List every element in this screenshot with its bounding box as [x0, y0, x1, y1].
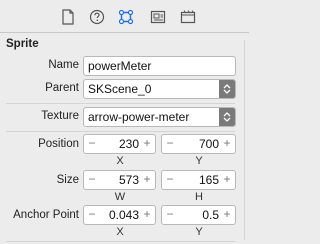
increment-button[interactable]: +: [140, 206, 154, 224]
decrement-button[interactable]: −: [85, 206, 99, 224]
size-w-sublabel: W: [114, 191, 126, 203]
anchor-y-sublabel: Y: [195, 226, 203, 238]
position-y-value[interactable]: 700: [178, 135, 219, 153]
position-x-stepper[interactable]: − 230 +: [83, 134, 156, 154]
position-y-stepper[interactable]: − 700 +: [161, 134, 236, 154]
anchor-x-stepper[interactable]: − 0.043 +: [83, 205, 156, 225]
position-x-value[interactable]: 230: [100, 135, 139, 153]
size-h-stepper[interactable]: − 165 +: [161, 170, 236, 190]
position-label: Position: [38, 138, 79, 150]
increment-button[interactable]: +: [140, 135, 154, 153]
size-h-value[interactable]: 165: [178, 171, 219, 189]
increment-button[interactable]: +: [220, 171, 234, 189]
name-field[interactable]: powerMeter: [83, 56, 236, 76]
anchor-point-label: Anchor Point: [13, 209, 79, 221]
parent-value: SKScene_0: [88, 82, 152, 96]
decrement-button[interactable]: −: [85, 135, 99, 153]
position-y-sublabel: Y: [195, 155, 203, 167]
decrement-button[interactable]: −: [163, 171, 177, 189]
anchor-y-value[interactable]: 0.5: [178, 206, 219, 224]
name-label: Name: [48, 59, 79, 71]
increment-button[interactable]: +: [220, 135, 234, 153]
toolbar-divider: [0, 32, 249, 33]
texture-value: arrow-power-meter: [88, 110, 190, 124]
texture-popup[interactable]: arrow-power-meter: [83, 107, 236, 127]
decrement-button[interactable]: −: [85, 171, 99, 189]
anchor-y-stepper[interactable]: − 0.5 +: [161, 205, 236, 225]
chevron-updown-icon: [219, 108, 235, 126]
anchor-x-sublabel: X: [116, 226, 124, 238]
quick-help-icon[interactable]: [89, 9, 105, 25]
parent-popup[interactable]: SKScene_0: [83, 79, 236, 99]
inspector-toolbar: [0, 0, 249, 32]
size-w-value[interactable]: 573: [100, 171, 139, 189]
attributes-inspector-icon[interactable]: [118, 9, 134, 25]
divider: [6, 241, 235, 242]
position-x-sublabel: X: [116, 155, 124, 167]
increment-button[interactable]: +: [220, 206, 234, 224]
section-title: Sprite: [6, 38, 39, 50]
decrement-button[interactable]: −: [163, 206, 177, 224]
chevron-updown-icon: [219, 80, 235, 98]
parent-label: Parent: [45, 82, 79, 94]
texture-label: Texture: [41, 110, 79, 122]
divider: [6, 131, 235, 132]
divider: [6, 103, 235, 104]
increment-button[interactable]: +: [140, 171, 154, 189]
size-w-stepper[interactable]: − 573 +: [83, 170, 156, 190]
media-library-icon[interactable]: [180, 9, 196, 25]
size-label: Size: [56, 174, 79, 186]
file-inspector-icon[interactable]: [61, 9, 77, 25]
size-h-sublabel: H: [195, 191, 203, 203]
size-inspector-icon[interactable]: [150, 9, 166, 25]
anchor-x-value[interactable]: 0.043: [100, 206, 139, 224]
decrement-button[interactable]: −: [163, 135, 177, 153]
scroll-track-line: [244, 40, 245, 240]
